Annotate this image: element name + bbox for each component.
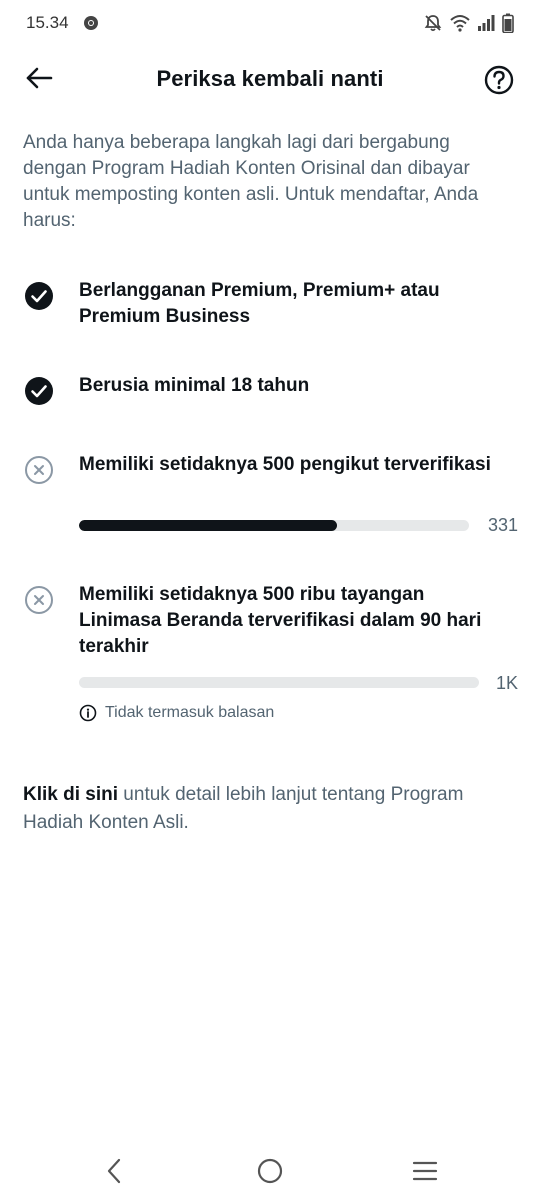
chevron-left-icon bbox=[107, 1158, 121, 1184]
footer-text: Klik di sini untuk detail lebih lanjut t… bbox=[23, 781, 518, 837]
note-text: Tidak termasuk balasan bbox=[105, 704, 275, 721]
system-nav-bar bbox=[0, 1140, 540, 1200]
progress-fill bbox=[79, 520, 338, 531]
requirement-text: Memiliki setidaknya 500 ribu tayangan Li… bbox=[79, 584, 482, 657]
wifi-icon bbox=[450, 14, 470, 32]
check-circle-icon bbox=[25, 282, 53, 310]
info-icon bbox=[79, 704, 97, 722]
status-time: 15.34 bbox=[26, 13, 69, 32]
battery-icon bbox=[502, 13, 514, 33]
requirement-text: Memiliki setidaknya 500 pengikut terveri… bbox=[79, 454, 491, 475]
chrome-icon bbox=[83, 15, 99, 31]
check-circle-icon bbox=[25, 377, 53, 405]
x-circle-icon bbox=[25, 586, 53, 614]
status-bar: 15.34 bbox=[0, 0, 540, 46]
help-button[interactable] bbox=[483, 64, 517, 98]
note: Tidak termasuk balasan bbox=[79, 704, 274, 722]
question-circle-icon bbox=[484, 65, 514, 95]
nav-back-button[interactable] bbox=[100, 1156, 130, 1186]
progress-bar bbox=[79, 677, 479, 688]
menu-lines-icon bbox=[412, 1161, 438, 1181]
page-title: Periksa kembali nanti bbox=[156, 66, 384, 91]
x-circle-icon bbox=[25, 456, 53, 484]
mute-notifications-icon bbox=[423, 13, 443, 33]
nav-recents-button[interactable] bbox=[410, 1156, 440, 1186]
header: Periksa kembali nanti bbox=[0, 50, 540, 110]
signal-icon bbox=[477, 14, 495, 32]
requirement-text: Berlangganan Premium, Premium+ atau Prem… bbox=[79, 280, 440, 327]
screen: 15.34 Periksa kembali nanti Anda hanya b… bbox=[0, 0, 540, 1200]
nav-home-button[interactable] bbox=[255, 1156, 285, 1186]
requirement-text: Berusia minimal 18 tahun bbox=[79, 375, 310, 396]
progress-value: 331 bbox=[487, 515, 518, 535]
progress-bar bbox=[79, 520, 469, 531]
home-circle-icon bbox=[257, 1158, 283, 1184]
progress-value: 1K bbox=[495, 673, 518, 693]
intro-text: Anda hanya beberapa langkah lagi dari be… bbox=[23, 132, 479, 231]
details-link[interactable]: Klik di sini bbox=[23, 784, 118, 805]
